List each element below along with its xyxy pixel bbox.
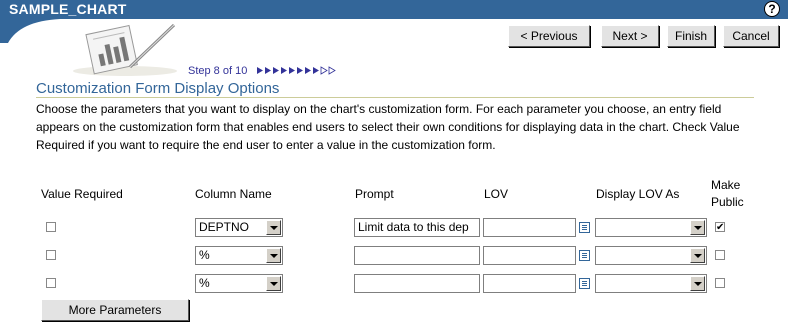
step-marker-10 — [328, 66, 336, 75]
step-marker-5 — [289, 67, 295, 74]
next-button[interactable]: Next > — [601, 25, 659, 47]
chevron-down-icon[interactable] — [266, 220, 281, 235]
step-marker-7 — [305, 67, 311, 74]
step-progress-train — [257, 66, 336, 75]
step-marker-1 — [257, 67, 263, 74]
title-bar-curve — [0, 19, 60, 43]
step-indicator: Step 8 of 10 — [188, 65, 248, 77]
step-marker-8 — [313, 67, 319, 74]
column-name-value-3: % — [199, 276, 210, 290]
lov-list-icon[interactable] — [579, 222, 590, 233]
column-name-value-1: DEPTNO — [199, 220, 250, 234]
header-lov: LOV — [484, 187, 509, 201]
step-marker-2 — [265, 67, 271, 74]
lov-input-3[interactable] — [483, 274, 576, 293]
help-icon[interactable]: ? — [764, 1, 780, 17]
header-value-required: Value Required — [41, 187, 123, 201]
step-marker-3 — [273, 67, 279, 74]
chevron-down-icon[interactable] — [690, 220, 705, 235]
column-name-select-2[interactable]: % — [195, 246, 283, 265]
page-title: Customization Form Display Options — [36, 80, 280, 97]
finish-button[interactable]: Finish — [667, 25, 715, 47]
value-required-checkbox-3[interactable] — [46, 278, 56, 288]
step-marker-4 — [281, 67, 287, 74]
section-description: Choose the parameters that you want to d… — [36, 102, 740, 152]
value-required-checkbox-1[interactable] — [46, 222, 56, 232]
chevron-down-icon[interactable] — [690, 248, 705, 263]
lov-input-2[interactable] — [483, 246, 576, 265]
step-marker-6 — [297, 67, 303, 74]
header-display-lov-as: Display LOV As — [596, 187, 680, 201]
chevron-down-icon[interactable] — [266, 276, 281, 291]
prompt-input-3[interactable] — [354, 274, 480, 293]
value-required-checkbox-2[interactable] — [46, 250, 56, 260]
chart-pen-icon — [73, 23, 177, 76]
column-name-select-1[interactable]: DEPTNO — [195, 218, 283, 237]
display-lov-as-select-1[interactable] — [595, 218, 707, 237]
lov-list-icon[interactable] — [579, 278, 590, 289]
column-name-select-3[interactable]: % — [195, 274, 283, 293]
prompt-input-2[interactable] — [354, 246, 480, 265]
lov-input-1[interactable] — [483, 218, 576, 237]
header-make-public-line1: Make — [711, 178, 741, 192]
previous-button[interactable]: < Previous — [508, 25, 590, 47]
make-public-checkbox-1[interactable]: ✔ — [715, 222, 725, 233]
display-lov-as-select-3[interactable] — [595, 274, 707, 293]
window-title: SAMPLE_CHART — [9, 1, 127, 17]
step-marker-9 — [320, 66, 328, 75]
cancel-button[interactable]: Cancel — [723, 25, 779, 47]
header-prompt: Prompt — [355, 187, 394, 201]
chevron-down-icon[interactable] — [690, 276, 705, 291]
make-public-checkbox-2[interactable] — [715, 250, 725, 260]
display-lov-as-select-2[interactable] — [595, 246, 707, 265]
prompt-input-1[interactable]: Limit data to this dep — [354, 218, 480, 237]
lov-list-icon[interactable] — [579, 250, 590, 261]
more-parameters-button[interactable]: More Parameters — [41, 299, 189, 321]
header-column-name: Column Name — [195, 187, 272, 201]
column-name-value-2: % — [199, 248, 210, 262]
make-public-checkbox-3[interactable] — [715, 278, 725, 288]
heading-divider — [36, 97, 754, 98]
header-make-public-line2: Public — [711, 195, 744, 209]
chevron-down-icon[interactable] — [266, 248, 281, 263]
